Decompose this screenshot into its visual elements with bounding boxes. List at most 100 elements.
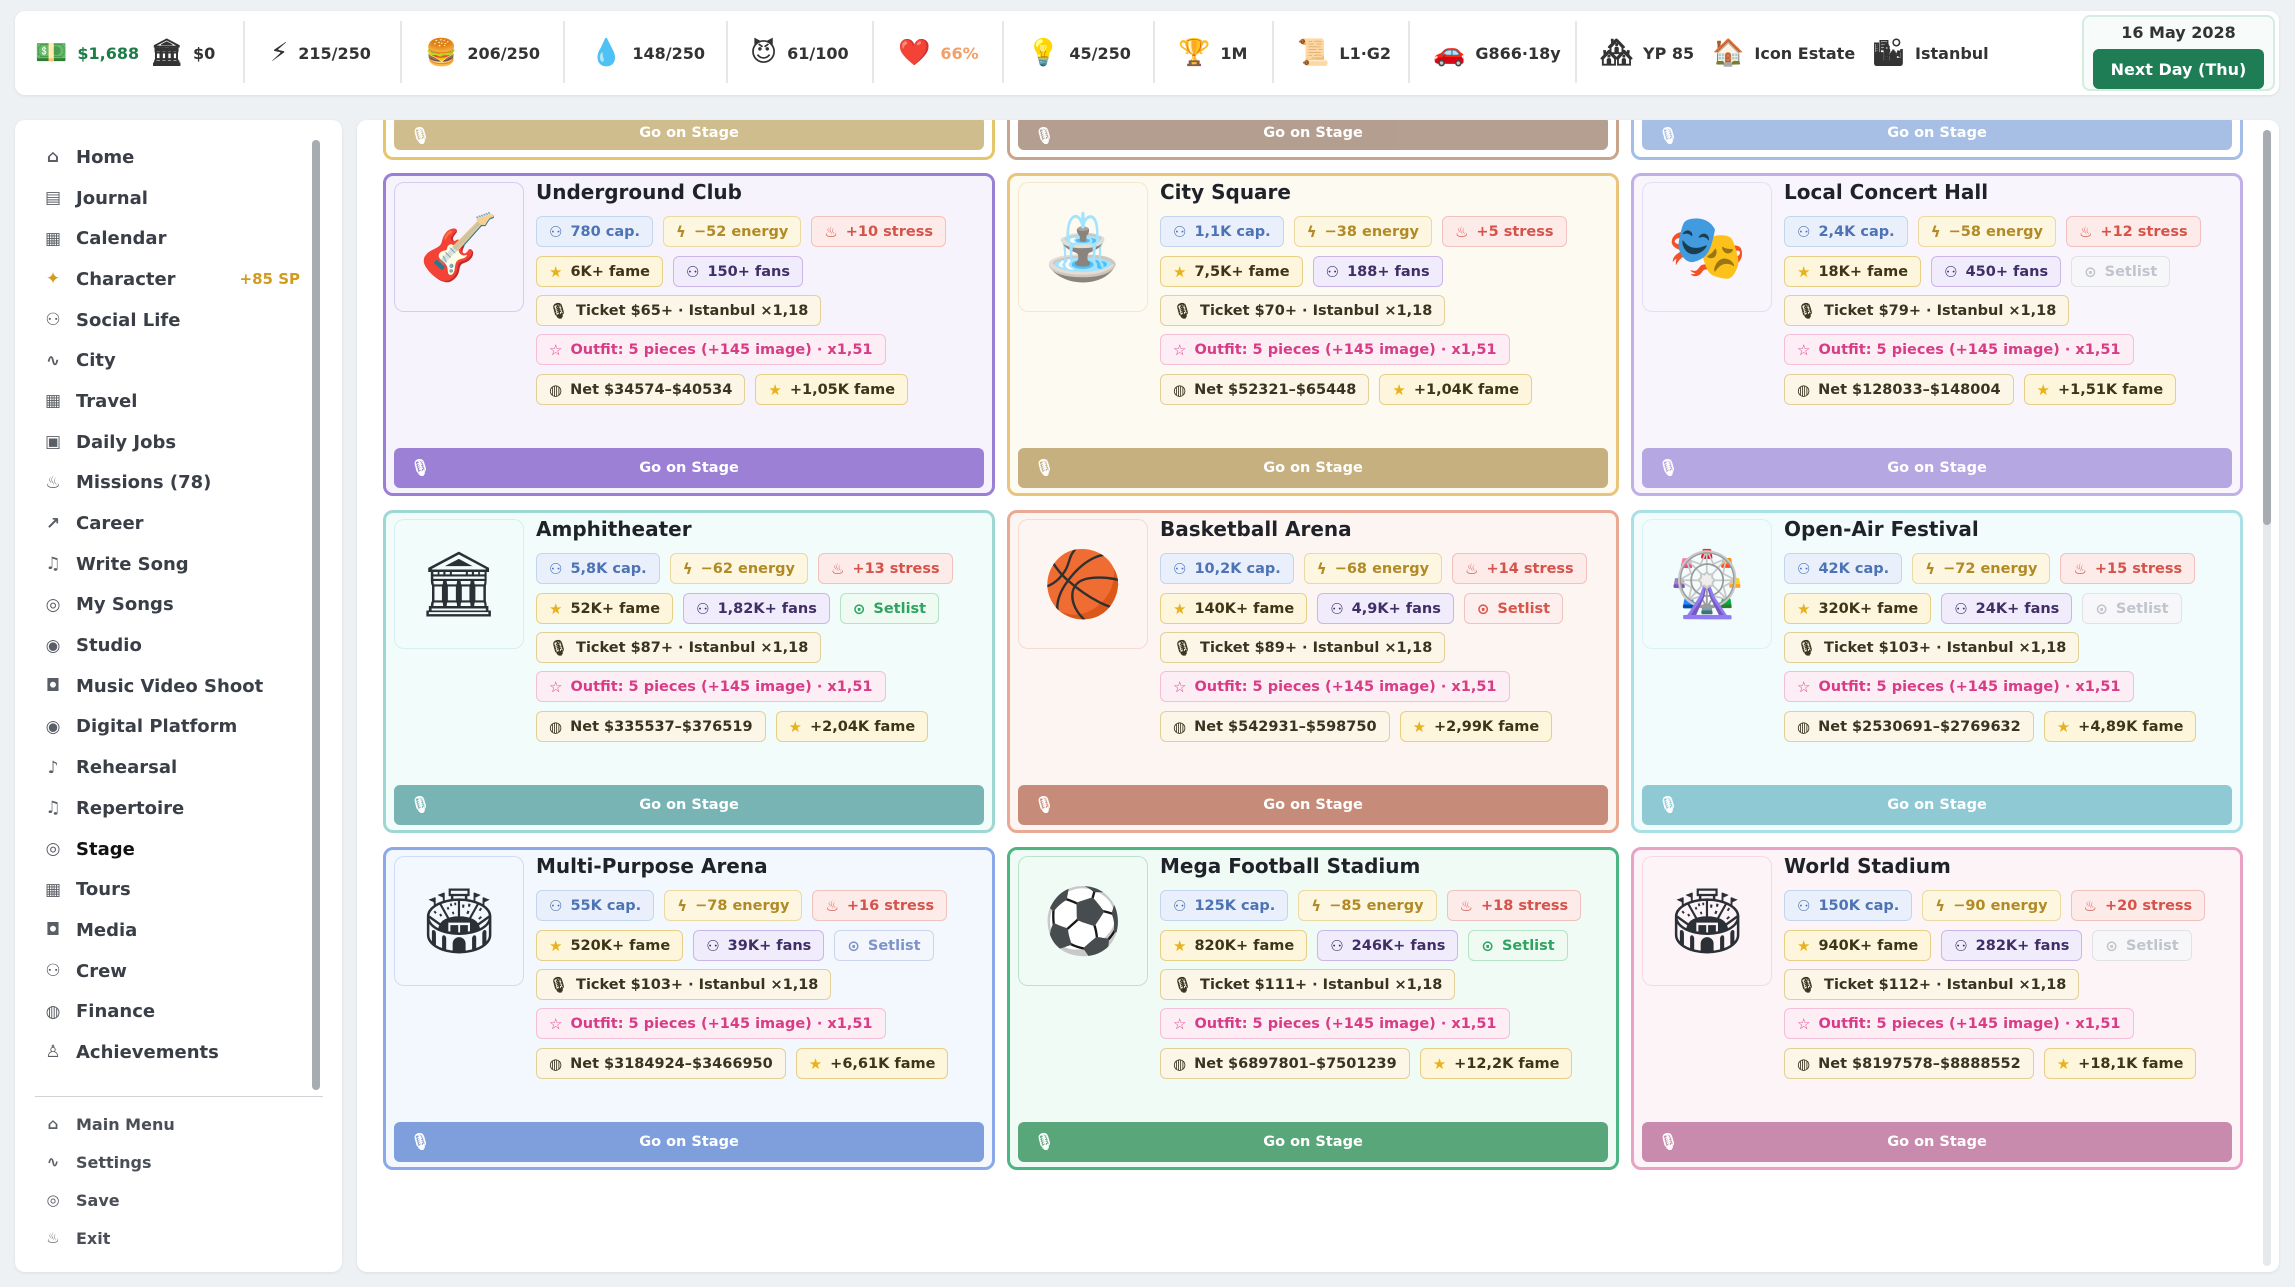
fame-gain-badge: ★ +1,04K fame bbox=[1379, 374, 1533, 405]
main-scrollbar-thumb[interactable] bbox=[2263, 130, 2271, 525]
water-stat: 💧 148/250 bbox=[590, 38, 706, 68]
sidebar-item-music-video-shoot[interactable]: ◘ Music Video Shoot bbox=[40, 666, 310, 707]
sidebar-item-daily-jobs[interactable]: ▣ Daily Jobs bbox=[40, 422, 310, 463]
sidebar-item-city[interactable]: ∿ City bbox=[40, 340, 310, 381]
sidebar-scrollbar[interactable] bbox=[312, 140, 320, 1090]
home-stat: 🏠 Icon Estate bbox=[1712, 38, 1856, 68]
main-scrollbar[interactable] bbox=[2263, 130, 2271, 1266]
outfit-star-icon: ☆ bbox=[549, 1014, 563, 1033]
go-on-stage-label: Go on Stage bbox=[1887, 797, 1987, 813]
divider bbox=[243, 21, 245, 83]
go-on-stage-button[interactable]: 🎙 Go on Stage bbox=[394, 448, 984, 488]
sidebar-item-repertoire[interactable]: ♫ Repertoire bbox=[40, 788, 310, 829]
venue-icon: 🏛 bbox=[418, 547, 500, 622]
coins-icon: ◍ bbox=[1173, 380, 1187, 399]
sidebar-item-digital-platform[interactable]: ◉ Digital Platform bbox=[40, 707, 310, 748]
home-icon: ⌂ bbox=[46, 147, 60, 168]
sidebar-item-label: Music Video Shoot bbox=[76, 675, 264, 697]
sidebar-item-label: Media bbox=[76, 919, 138, 941]
stress-badge: ♨ +10 stress bbox=[811, 216, 946, 247]
sidebar-scrollbar-thumb[interactable] bbox=[312, 140, 320, 1090]
venue-icon: ⚽ bbox=[1043, 884, 1123, 959]
ticket-row: 🎙 Ticket $111+ · Istanbul ×1,18 bbox=[1160, 969, 1456, 1000]
go-on-stage-button[interactable]: 🎙 Go on Stage bbox=[1018, 120, 1608, 150]
sidebar-item-character[interactable]: ✦ Character +85 SP bbox=[40, 259, 310, 300]
sidebar-item-missions-78[interactable]: ♨ Missions (78) bbox=[40, 463, 310, 504]
calendar-icon: ▦ bbox=[44, 228, 62, 249]
broadcast-icon: ◉ bbox=[45, 716, 61, 737]
menu-item-settings[interactable]: ∿ Settings bbox=[40, 1143, 310, 1181]
mic-icon: 🎙 bbox=[549, 975, 569, 994]
people-icon: ⚇ bbox=[45, 310, 61, 331]
go-on-stage-button[interactable]: 🎙 Go on Stage bbox=[1642, 448, 2232, 488]
sidebar-item-tours[interactable]: ▦ Tours bbox=[40, 869, 310, 910]
sidebar-item-home[interactable]: ⌂ Home bbox=[40, 137, 310, 178]
food-stat: 🍔 206/250 bbox=[425, 38, 541, 68]
fans-icon: ⚇ bbox=[1944, 262, 1958, 281]
fans-requirement-badge: ⚇ 282K+ fans bbox=[1941, 930, 2083, 961]
go-on-stage-button[interactable]: 🎙 Go on Stage bbox=[394, 120, 984, 150]
venue-icon: 🏟 bbox=[1666, 884, 1748, 959]
sidebar-item-social-life[interactable]: ⚇ Social Life bbox=[40, 300, 310, 341]
fame-requirement-badge: ★ 520K+ fame bbox=[536, 930, 684, 961]
sidebar-item-career[interactable]: ↗ Career bbox=[40, 503, 310, 544]
yp-stat: 🏘 YP 85 bbox=[1600, 38, 1695, 68]
sidebar-item-stage[interactable]: ◎ Stage bbox=[40, 829, 310, 870]
energy-icon: ϟ bbox=[1311, 896, 1322, 915]
sidebar-item-label: Character bbox=[76, 268, 176, 290]
outfit-star-icon: ☆ bbox=[549, 677, 563, 696]
menu-item-exit[interactable]: ♨ Exit bbox=[40, 1219, 310, 1257]
mic-icon: 🎙 bbox=[1173, 638, 1193, 657]
capacity-badge: ⚇ 10,2K cap. bbox=[1160, 553, 1294, 584]
stress-icon: ♨ bbox=[830, 559, 845, 578]
go-on-stage-button[interactable]: 🎙 Go on Stage bbox=[1018, 448, 1608, 488]
mic-icon: 🎙 bbox=[1173, 301, 1193, 320]
sidebar-item-media[interactable]: ◘ Media bbox=[40, 910, 310, 951]
sidebar-item-achievements[interactable]: ♙ Achievements bbox=[40, 1032, 310, 1073]
sidebar-item-label: Finance bbox=[76, 1001, 156, 1023]
net-income-badge: ◍ Net $128033–$148004 bbox=[1784, 374, 2014, 405]
net-row: ◍ Net $542931–$598750 ★ +2,99K fame bbox=[1160, 711, 1553, 742]
sidebar-item-finance[interactable]: ◍ Finance bbox=[40, 991, 310, 1032]
star-icon: ★ bbox=[768, 380, 782, 399]
venue-card-local-concert-hall: 🎭 Local Concert Hall ⚇ 2,4K cap. ϟ −58 energy… bbox=[1631, 173, 2243, 496]
sidebar-item-studio[interactable]: ◉ Studio bbox=[40, 625, 310, 666]
sidebar-item-calendar[interactable]: ▦ Calendar bbox=[40, 218, 310, 259]
go-on-stage-button[interactable]: 🎙 Go on Stage bbox=[1018, 785, 1608, 825]
sidebar-item-write-song[interactable]: ♫ Write Song bbox=[40, 544, 310, 585]
go-on-stage-button[interactable]: 🎙 Go on Stage bbox=[1642, 1122, 2232, 1162]
stress-badge: ♨ +18 stress bbox=[1446, 890, 1582, 921]
ticket-price-badge: 🎙 Ticket $87+ · Istanbul ×1,18 bbox=[536, 632, 822, 663]
award-icon: ♙ bbox=[45, 1042, 61, 1063]
ticket-price-badge: 🎙 Ticket $111+ · Istanbul ×1,18 bbox=[1160, 969, 1456, 1000]
menu-item-main-menu[interactable]: ⌂ Main Menu bbox=[40, 1105, 310, 1143]
sidebar-item-crew[interactable]: ⚇ Crew bbox=[40, 951, 310, 992]
net-row: ◍ Net $34574–$40534 ★ +1,05K fame bbox=[536, 374, 909, 405]
star-icon: ★ bbox=[1797, 262, 1811, 281]
menu-item-save[interactable]: ◎ Save bbox=[40, 1181, 310, 1219]
go-on-stage-button[interactable]: 🎙 Go on Stage bbox=[1018, 1122, 1608, 1162]
coins-icon: ◍ bbox=[1797, 1054, 1811, 1073]
next-day-button[interactable]: Next Day (Thu) bbox=[2093, 49, 2264, 89]
capacity-icon: ⚇ bbox=[1797, 559, 1811, 578]
sidebar-item-my-songs[interactable]: ◎ My Songs bbox=[40, 585, 310, 626]
mic-icon: 🎙 bbox=[549, 301, 569, 320]
sidebar-item-travel[interactable]: ▦ Travel bbox=[40, 381, 310, 422]
go-on-stage-button[interactable]: 🎙 Go on Stage bbox=[394, 1122, 984, 1162]
go-on-stage-button[interactable]: 🎙 Go on Stage bbox=[1642, 120, 2232, 150]
city-stat: 🏙 Istanbul bbox=[1872, 38, 1989, 68]
ideas-stat: 💡 45/250 bbox=[1027, 38, 1131, 68]
health-stat: ❤️ 66% bbox=[898, 38, 979, 68]
sidebar-item-rehearsal[interactable]: ♪ Rehearsal bbox=[40, 747, 310, 788]
coins-icon: ◍ bbox=[1797, 380, 1811, 399]
sidebar-item-journal[interactable]: ▤ Journal bbox=[40, 178, 310, 219]
go-on-stage-button[interactable]: 🎙 Go on Stage bbox=[394, 785, 984, 825]
sidebar-item-label: Tours bbox=[76, 879, 131, 901]
mic-icon: 🎙 bbox=[1658, 1132, 1679, 1151]
star-icon: ★ bbox=[1797, 599, 1811, 618]
outfit-star-icon: ☆ bbox=[1173, 1014, 1187, 1033]
setlist-badge: ⊙ Setlist bbox=[2092, 930, 2192, 961]
journal-icon: ▤ bbox=[44, 188, 62, 209]
outfit-row: ☆ Outfit: 5 pieces (+145 image) · x1,51 bbox=[1160, 671, 1510, 702]
go-on-stage-button[interactable]: 🎙 Go on Stage bbox=[1642, 785, 2232, 825]
